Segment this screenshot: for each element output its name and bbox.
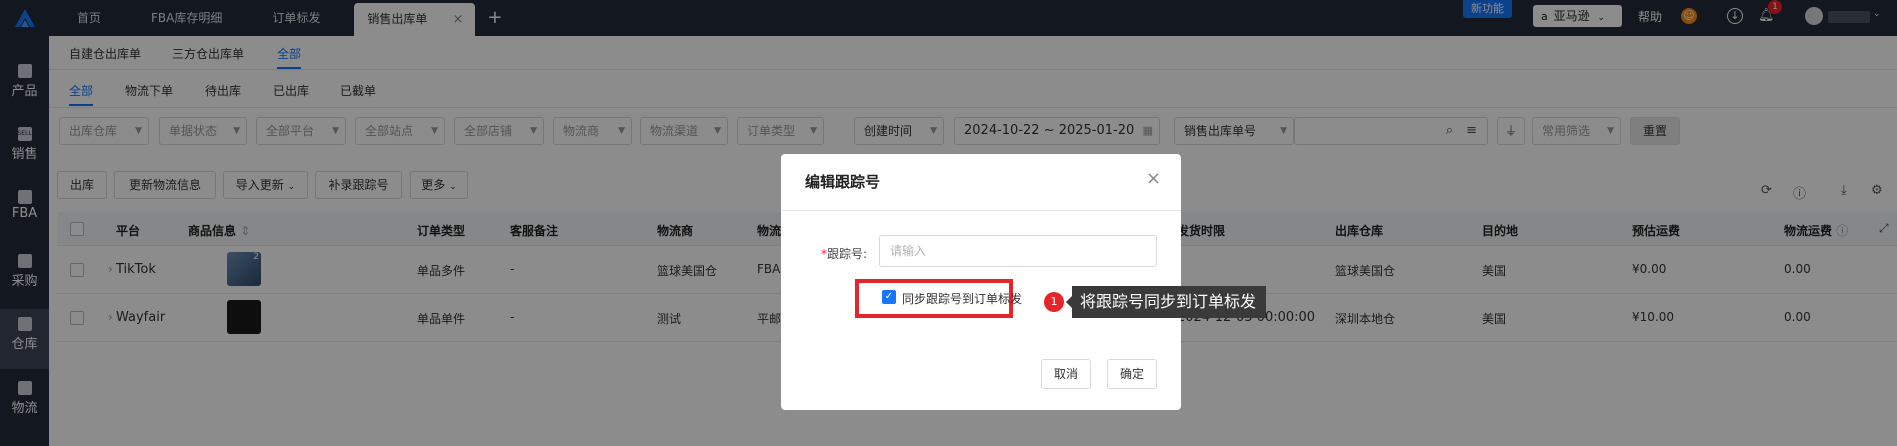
sync-checkbox-label[interactable]: 同步跟踪号到订单标发 (902, 290, 1022, 307)
annotation-tooltip: 将跟踪号同步到订单标发 (1066, 286, 1266, 318)
sync-checkbox[interactable]: ✓ (882, 290, 896, 304)
confirm-button[interactable]: 确定 (1107, 359, 1157, 389)
step-number-badge: 1 (1044, 292, 1064, 312)
tracking-label: *跟踪号: (821, 245, 867, 262)
cancel-button[interactable]: 取消 (1041, 359, 1091, 389)
divider (781, 210, 1181, 211)
close-icon[interactable]: × (1146, 168, 1161, 189)
tracking-label-text: 跟踪号: (827, 247, 868, 261)
modal-title: 编辑跟踪号 (805, 173, 881, 191)
edit-tracking-modal: 编辑跟踪号 × *跟踪号: ✓ 同步跟踪号到订单标发 取消 确定 (781, 154, 1181, 410)
tracking-number-input[interactable] (879, 235, 1157, 267)
